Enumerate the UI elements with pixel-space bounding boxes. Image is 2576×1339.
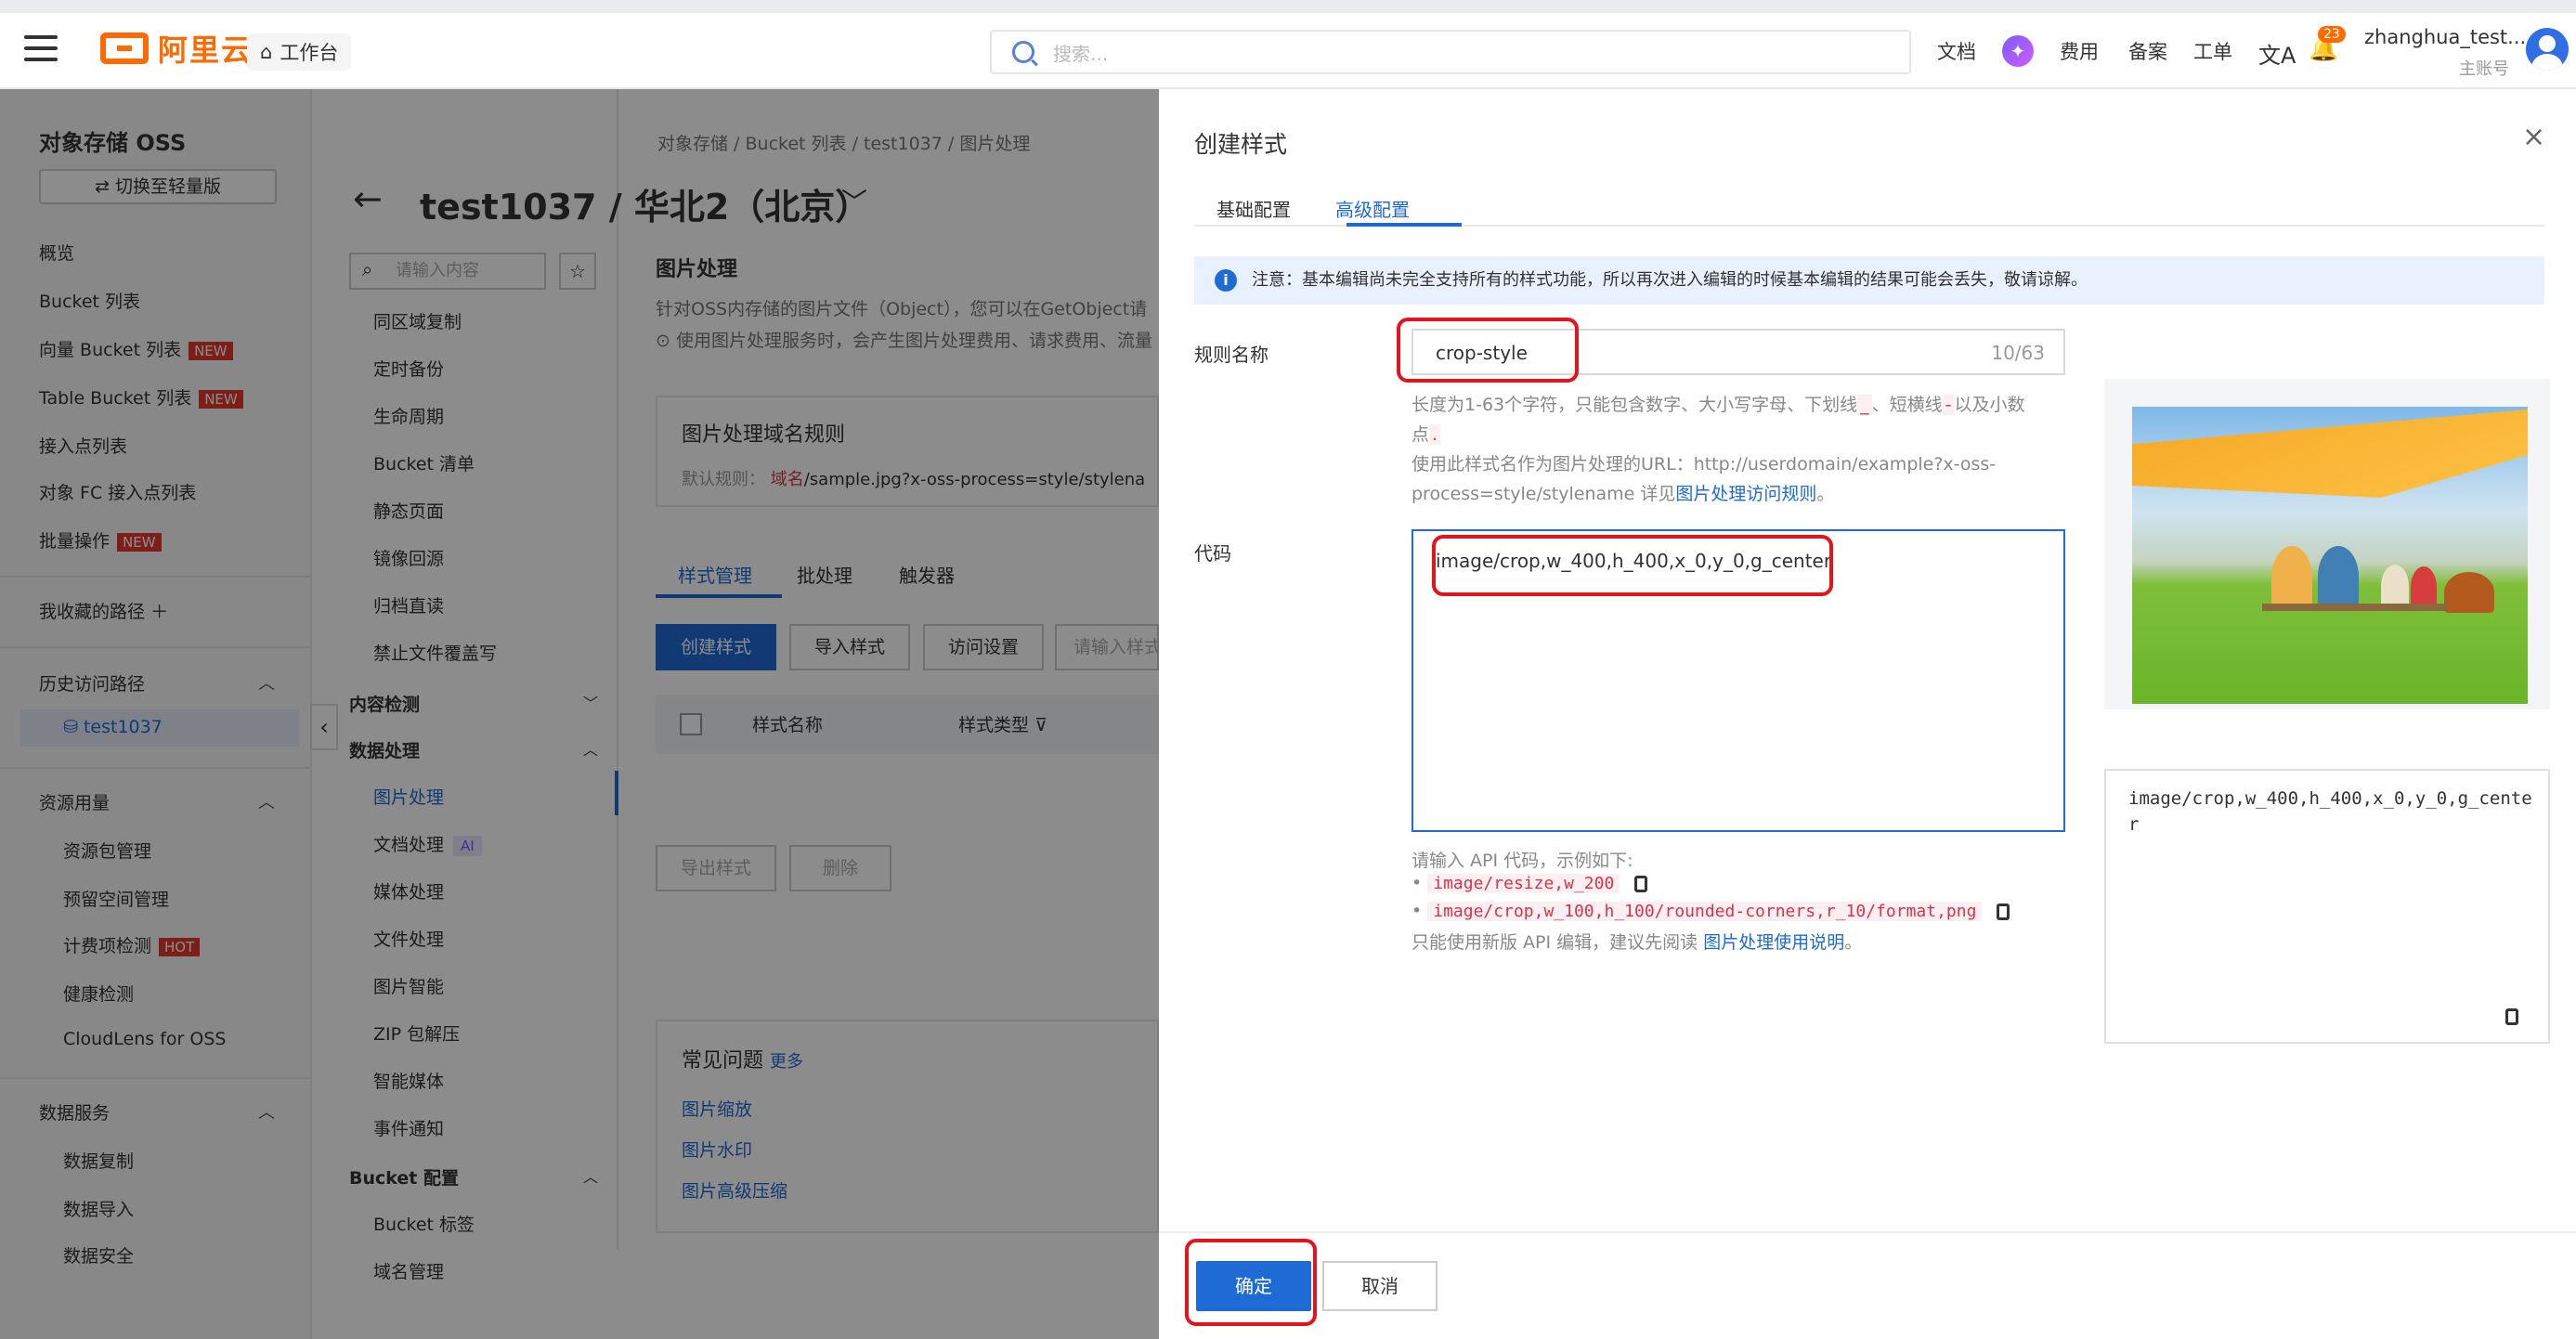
cancel-button[interactable]: 取消 [1322, 1261, 1438, 1311]
search-icon [1012, 41, 1034, 63]
user-role: 主账号 [2459, 59, 2509, 79]
tab-advanced-config[interactable]: 高级配置 [1335, 195, 1410, 222]
rule-hint-text: 长度为1-63个字符，只能包含数字、大小写字母、下划线 [1412, 395, 1858, 415]
home-icon: ⌂ [260, 41, 273, 63]
usage-doc-link[interactable]: 图片处理使用说明 [1703, 932, 1844, 953]
copy-icon[interactable] [2505, 1008, 2518, 1025]
browser-strip [0, 0, 2576, 13]
rule-hint-code: . [1429, 424, 1441, 445]
notification-count: 23 [2318, 26, 2346, 43]
rule-hint-code: _ [1857, 395, 1872, 415]
table-shape [2262, 604, 2448, 611]
drawer-tabs: 基础配置 高级配置 [1194, 178, 2544, 227]
ticket-link[interactable]: 工单 [2193, 37, 2232, 65]
example-2-code: image/crop,w_100,h_100/rounded-corners,r… [1427, 902, 1983, 921]
top-bar: 阿里云 ⌂ 工作台 搜索... 文档 ✦ 费用 备案 工单 文A 🔔 23 zh… [0, 0, 2576, 89]
footer-divider [1159, 1231, 2576, 1233]
tab-basic-config[interactable]: 基础配置 [1216, 195, 1291, 222]
search-placeholder: 搜索... [1053, 42, 1109, 65]
rule-name-count: 10/63 [1991, 342, 2045, 364]
url-hint: 使用此样式名作为图片处理的URL：http://userdomain/examp… [1412, 454, 1997, 504]
person-shape [2271, 546, 2312, 611]
dog-shape [2444, 572, 2494, 613]
api-note: 只能使用新版 API 编辑，建议先阅读 图片处理使用说明。 [1412, 932, 1863, 953]
person-shape [2411, 566, 2437, 607]
preview-code: image/crop,w_400,h_400,x_0,y_0,g_center [2128, 788, 2532, 835]
copy-icon[interactable] [1997, 903, 2010, 920]
rule-name-hint: 长度为1-63个字符，只能包含数字、大小写字母、下划线 _ 、短横线 - 以及小数点. [1412, 390, 2080, 449]
aliyun-mark-icon [100, 32, 149, 64]
rule-hint-text: 点 [1412, 424, 1430, 445]
notice-text: 注意：基本编辑尚未完全支持所有的样式功能，所以再次进入编辑的时候基本编辑的结果可… [1252, 270, 2088, 290]
aliyun-logo[interactable]: 阿里云 [100, 28, 253, 69]
icp-link[interactable]: 备案 [2128, 37, 2167, 65]
rule-hint-text: 以及小数 [1954, 395, 2025, 415]
notice-banner: i 注意：基本编辑尚未完全支持所有的样式功能，所以再次进入编辑的时候基本编辑的结… [1194, 256, 2544, 305]
person-shape [2381, 565, 2409, 607]
preview-image-card [2104, 379, 2550, 709]
user-name[interactable]: zhanghua_test... [2364, 26, 2526, 48]
modal-overlay[interactable] [0, 89, 1159, 1339]
rule-hint-code: - [1942, 395, 1955, 415]
person-shape [2318, 546, 2359, 607]
access-rule-link[interactable]: 图片处理访问规则 [1675, 484, 1816, 504]
api-note-text: 只能使用新版 API 编辑，建议先阅读 [1412, 932, 1698, 953]
info-icon: i [1215, 269, 1237, 292]
workbench-button[interactable]: ⌂ 工作台 [247, 33, 352, 71]
docs-link[interactable]: 文档 [1937, 37, 1976, 65]
code-label: 代码 [1194, 542, 1231, 565]
logo-text: 阿里云 [158, 32, 254, 68]
hamburger-menu-icon[interactable] [24, 35, 58, 61]
copy-icon[interactable] [1634, 875, 1648, 892]
example-2: • image/crop,w_100,h_100/rounded-corners… [1412, 901, 2010, 921]
example-1: • image/resize,w_200 [1412, 873, 1648, 893]
canopy-shape [2132, 407, 2528, 498]
drawer-title: 创建样式 [1194, 131, 1288, 158]
highlight-code [1432, 535, 1833, 596]
language-icon[interactable]: 文A [2258, 37, 2296, 70]
avatar[interactable] [2526, 28, 2569, 71]
close-icon[interactable]: × [2522, 121, 2545, 153]
create-style-drawer: 创建样式 × 基础配置 高级配置 i 注意：基本编辑尚未完全支持所有的样式功能，… [1159, 89, 2576, 1339]
code-preview-box: image/crop,w_400,h_400,x_0,y_0,g_center [2104, 769, 2550, 1044]
example-1-code: image/resize,w_200 [1427, 874, 1620, 893]
preview-image [2132, 407, 2528, 704]
workbench-label: 工作台 [280, 42, 339, 64]
tab-underline [1347, 223, 1462, 227]
highlight-rule-name [1397, 318, 1579, 383]
global-search-input[interactable]: 搜索... [990, 30, 1911, 74]
ai-assistant-icon[interactable]: ✦ [2002, 35, 2034, 67]
rule-hint-text: 、短横线 [1871, 395, 1943, 415]
api-hint: 请输入 API 代码，示例如下: [1412, 851, 1633, 871]
highlight-confirm [1185, 1239, 1317, 1326]
billing-link[interactable]: 费用 [2060, 37, 2099, 65]
rule-name-label: 规则名称 [1194, 344, 1268, 366]
